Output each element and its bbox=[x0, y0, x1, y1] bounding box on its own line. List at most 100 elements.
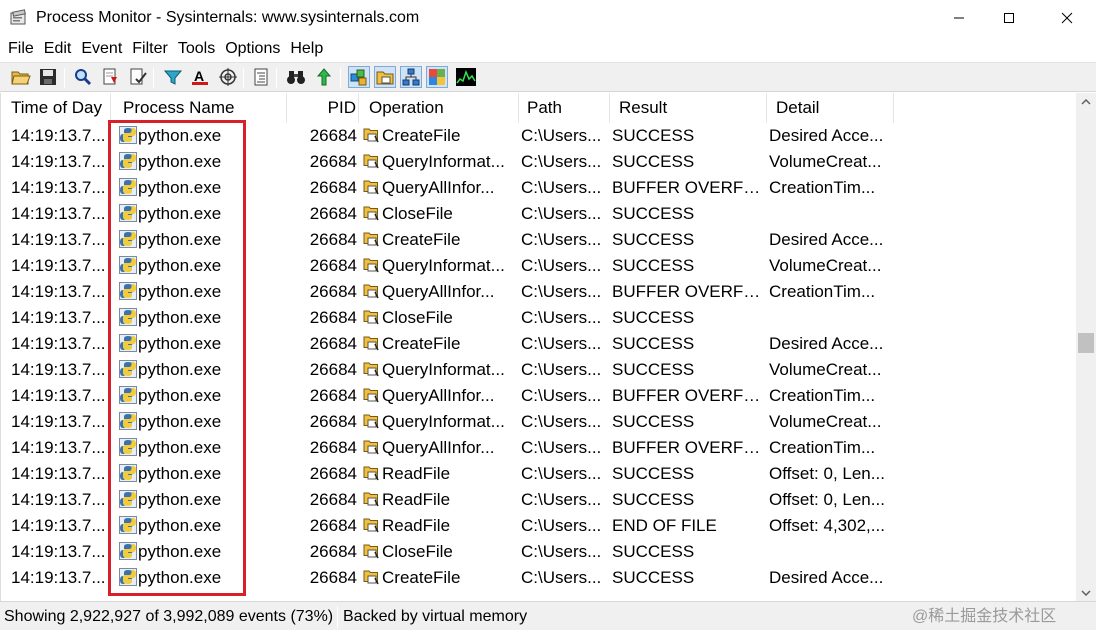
menu-event[interactable]: Event bbox=[77, 37, 126, 61]
save-button[interactable] bbox=[37, 66, 59, 88]
python-process-icon bbox=[119, 255, 137, 274]
cell-pid: 26684 bbox=[309, 360, 357, 379]
cell-time: 14:19:13.7... bbox=[11, 204, 106, 223]
show-process-button[interactable] bbox=[426, 66, 448, 88]
cell-detail: VolumeCreat... bbox=[769, 360, 882, 379]
toolbar-separator bbox=[340, 68, 341, 88]
open-button[interactable] bbox=[10, 66, 32, 88]
cell-result: SUCCESS bbox=[612, 230, 695, 249]
process-name-text: python.exe bbox=[138, 360, 222, 379]
table-row[interactable]: 14:19:13.7... python.exe 26684 QueryAllInfo… bbox=[1, 383, 1076, 409]
table-row[interactable]: 14:19:13.7... python.exe 26684 ReadFile C:\U… bbox=[1, 487, 1076, 513]
column-header-operation[interactable]: Operation bbox=[359, 93, 519, 123]
file-system-operation-icon bbox=[363, 256, 381, 274]
cell-path: C:\Users... bbox=[521, 360, 602, 379]
jump-to-button[interactable] bbox=[313, 66, 335, 88]
autoscroll-button[interactable] bbox=[100, 66, 122, 88]
process-name-text: python.exe bbox=[138, 204, 222, 223]
event-rows: 14:19:13.7... python.exe 26684 CreateFile C:… bbox=[1, 123, 1076, 601]
column-header-result[interactable]: Result bbox=[609, 93, 767, 123]
table-row[interactable]: 14:19:13.7... python.exe 26684 QueryAllInfo… bbox=[1, 175, 1076, 201]
cell-operation: CreateFile bbox=[363, 331, 521, 357]
operation-text: QueryAllInfor... bbox=[382, 438, 495, 457]
column-header-path[interactable]: Path bbox=[517, 93, 610, 123]
menu-options[interactable]: Options bbox=[221, 37, 284, 61]
minimize-button[interactable] bbox=[936, 0, 982, 36]
cell-detail bbox=[769, 539, 895, 565]
table-row[interactable]: 14:19:13.7... python.exe 26684 CloseFile C:\… bbox=[1, 201, 1076, 227]
highlight-button[interactable]: A bbox=[189, 66, 211, 88]
table-row[interactable]: 14:19:13.7... python.exe 26684 CloseFile C:\… bbox=[1, 305, 1076, 331]
process-tree-button[interactable] bbox=[250, 66, 272, 88]
cell-path: C:\Users... bbox=[521, 386, 602, 405]
file-system-operation-icon bbox=[363, 152, 381, 170]
table-row[interactable]: 14:19:13.7... python.exe 26684 QueryInforma… bbox=[1, 149, 1076, 175]
event-list[interactable]: Time of Day Process Name PID Operation P… bbox=[0, 93, 1076, 601]
table-row[interactable]: 14:19:13.7... python.exe 26684 CreateFile C:… bbox=[1, 227, 1076, 253]
process-name-text: python.exe bbox=[138, 464, 222, 483]
process-name-text: python.exe bbox=[138, 282, 222, 301]
column-header-time[interactable]: Time of Day bbox=[1, 93, 111, 123]
table-row[interactable]: 14:19:13.7... python.exe 26684 QueryAllInfo… bbox=[1, 279, 1076, 305]
cell-result: SUCCESS bbox=[612, 360, 695, 379]
table-row[interactable]: 14:19:13.7... python.exe 26684 CreateFile C:… bbox=[1, 331, 1076, 357]
column-header-pid[interactable]: PID bbox=[287, 93, 359, 123]
minimize-icon bbox=[954, 17, 964, 19]
table-row[interactable]: 14:19:13.7... python.exe 26684 QueryInforma… bbox=[1, 253, 1076, 279]
file-system-operation-icon bbox=[363, 178, 381, 196]
show-network-button[interactable] bbox=[400, 66, 422, 88]
column-header-process-name[interactable]: Process Name bbox=[113, 93, 287, 123]
cell-result: SUCCESS bbox=[612, 334, 695, 353]
clear-button[interactable] bbox=[127, 66, 149, 88]
cell-operation: CreateFile bbox=[363, 123, 521, 149]
menu-tools[interactable]: Tools bbox=[174, 37, 219, 61]
menu-filter[interactable]: Filter bbox=[128, 37, 172, 61]
cell-time: 14:19:13.7... bbox=[11, 256, 106, 275]
table-row[interactable]: 14:19:13.7... python.exe 26684 ReadFile C:\U… bbox=[1, 461, 1076, 487]
filter-button[interactable] bbox=[162, 66, 184, 88]
scroll-down-button[interactable] bbox=[1076, 584, 1096, 601]
table-row[interactable]: 14:19:13.7... python.exe 26684 CloseFile C:\… bbox=[1, 539, 1076, 565]
cell-time: 14:19:13.7... bbox=[11, 490, 106, 509]
table-row[interactable]: 14:19:13.7... python.exe 26684 QueryInforma… bbox=[1, 357, 1076, 383]
cell-detail: VolumeCreat... bbox=[769, 152, 882, 171]
cell-process-name: python.exe bbox=[119, 123, 285, 149]
column-header-detail[interactable]: Detail bbox=[766, 93, 894, 123]
process-name-text: python.exe bbox=[138, 542, 222, 561]
file-system-operation-icon bbox=[363, 386, 381, 404]
cell-process-name: python.exe bbox=[119, 409, 285, 435]
table-row[interactable]: 14:19:13.7... python.exe 26684 QueryAllInfo… bbox=[1, 435, 1076, 461]
cell-process-name: python.exe bbox=[119, 331, 285, 357]
scroll-thumb[interactable] bbox=[1078, 333, 1094, 353]
table-row[interactable]: 14:19:13.7... python.exe 26684 CreateFile C:… bbox=[1, 565, 1076, 591]
status-memory-mode: Backed by virtual memory bbox=[343, 608, 528, 625]
file-system-operation-icon bbox=[363, 464, 381, 482]
cell-process-name: python.exe bbox=[119, 383, 285, 409]
include-process-button[interactable] bbox=[217, 66, 239, 88]
table-row[interactable]: 14:19:13.7... python.exe 26684 ReadFile C:\U… bbox=[1, 513, 1076, 539]
cell-operation: QueryAllInfor... bbox=[363, 279, 521, 305]
cell-detail bbox=[769, 305, 895, 331]
find-button[interactable] bbox=[285, 66, 307, 88]
operation-text: CreateFile bbox=[382, 568, 461, 587]
menu-edit[interactable]: Edit bbox=[40, 37, 76, 61]
cell-result: SUCCESS bbox=[612, 464, 695, 483]
table-row[interactable]: 14:19:13.7... python.exe 26684 CreateFile C:… bbox=[1, 123, 1076, 149]
cell-detail: Desired Acce... bbox=[769, 568, 884, 587]
process-monitor-app-icon[interactable] bbox=[10, 9, 28, 27]
scroll-up-button[interactable] bbox=[1076, 93, 1096, 110]
capture-button[interactable] bbox=[72, 66, 94, 88]
status-event-count: Showing 2,922,927 of 3,992,089 events (7… bbox=[4, 608, 334, 625]
vertical-scrollbar[interactable] bbox=[1076, 93, 1096, 601]
maximize-button[interactable] bbox=[986, 0, 1032, 36]
show-registry-button[interactable] bbox=[348, 66, 370, 88]
menu-file[interactable]: File bbox=[4, 37, 38, 61]
close-button[interactable] bbox=[1044, 0, 1090, 36]
show-filesystem-button[interactable] bbox=[374, 66, 396, 88]
process-name-text: python.exe bbox=[138, 152, 222, 171]
cell-time: 14:19:13.7... bbox=[11, 542, 106, 561]
show-profiling-button[interactable] bbox=[455, 66, 477, 88]
table-row[interactable]: 14:19:13.7... python.exe 26684 QueryInforma… bbox=[1, 409, 1076, 435]
cell-detail: Offset: 0, Len... bbox=[769, 464, 885, 483]
menu-help[interactable]: Help bbox=[286, 37, 327, 61]
